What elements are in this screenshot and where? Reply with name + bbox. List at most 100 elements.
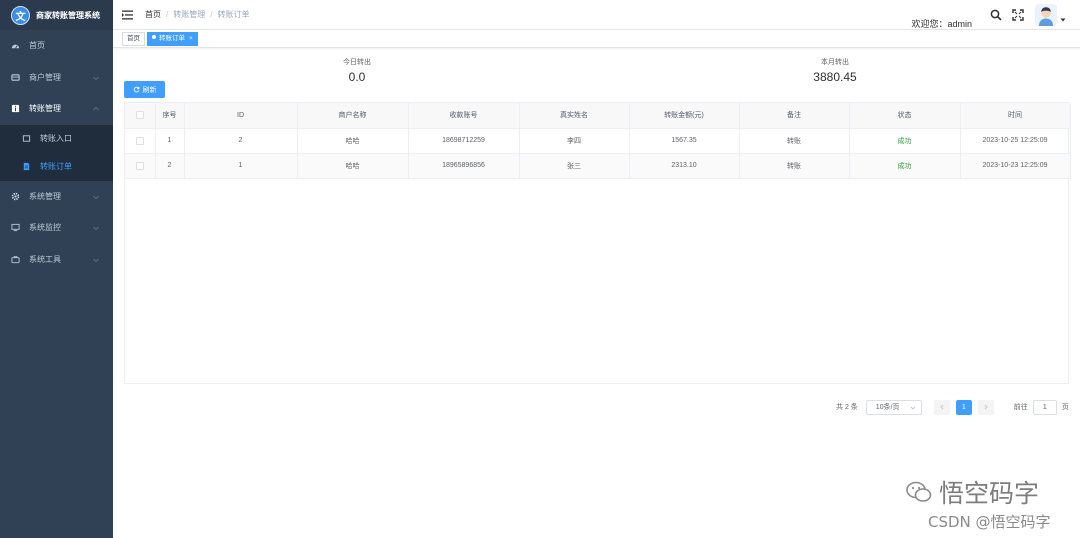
select-all-checkbox[interactable] <box>135 111 144 120</box>
chevron-down-icon <box>93 76 99 80</box>
goto-prefix: 前往 <box>1013 404 1028 411</box>
cell-index: 2 <box>155 153 185 179</box>
sidebar-item-tools[interactable]: 系统工具 <box>0 244 113 276</box>
cell-account: 18965896856 <box>408 153 520 179</box>
list-icon <box>22 134 31 143</box>
breadcrumb-item: 转账订单 <box>217 10 250 19</box>
cell-time: 2023-10-25 12:25:09 <box>960 128 1071 154</box>
dashboard-icon <box>11 41 20 50</box>
select-all-cell <box>125 103 156 129</box>
sidebar-item-label: 系统管理 <box>29 191 61 201</box>
chevron-down-icon <box>93 258 99 262</box>
page-size-value: 10条/页 <box>875 404 900 411</box>
chevron-left-icon <box>940 404 944 410</box>
transfer-submenu: 转账入口 转账订单 <box>0 124 113 181</box>
cell-status: 成功 <box>849 128 961 154</box>
column-header: 状态 <box>849 103 961 129</box>
cell-time: 2023-10-23 12:25:09 <box>960 153 1071 179</box>
breadcrumb: 首页 / 转账管理 / 转账订单 <box>145 9 249 20</box>
stat-today-label: 今日转出 <box>343 59 371 66</box>
avatar[interactable] <box>1035 4 1057 26</box>
prev-page-button[interactable] <box>933 399 950 415</box>
refresh-button[interactable]: 刷新 <box>124 81 165 98</box>
sidebar: 文 商家转账管理系统 首页 商户管理 转账管理 转账入口 转账订单 系统管理 系… <box>0 0 113 538</box>
sidebar-item-label: 系统工具 <box>29 254 61 264</box>
sidebar-item-transfer[interactable]: 转账管理 <box>0 93 113 125</box>
chevron-down-icon <box>93 195 99 199</box>
gear-icon <box>11 192 20 201</box>
tag-transfer-orders[interactable]: 转账订单 × <box>147 32 198 46</box>
tag-label: 转账订单 <box>159 35 185 42</box>
stat-month-value: 3880.45 <box>813 70 857 84</box>
column-header: 序号 <box>155 103 185 129</box>
fullscreen-icon[interactable] <box>1012 9 1024 21</box>
cell-remark: 转账 <box>739 128 850 154</box>
logo[interactable]: 文 商家转账管理系统 <box>0 0 113 30</box>
cell-name: 李四 <box>519 128 630 154</box>
cell-id: 1 <box>184 153 298 179</box>
watermark: 悟空码字 <box>905 474 1039 510</box>
cell-amount: 2313.10 <box>629 153 740 179</box>
row-checkbox[interactable] <box>135 161 144 170</box>
sidebar-item-label: 转账入口 <box>40 134 72 143</box>
cell-merchant: 哈哈 <box>297 153 409 179</box>
active-dot <box>152 35 156 39</box>
tag-home[interactable]: 首页 <box>122 32 145 46</box>
table-row: 1 2 哈哈 18698712259 李四 1567.35 转账 成功 2023… <box>125 128 1071 154</box>
wechat-icon <box>906 481 932 502</box>
cell-index: 1 <box>155 128 185 154</box>
monitor-icon <box>11 223 20 232</box>
sidebar-item-label: 首页 <box>29 41 45 51</box>
sidebar-item-label: 系统监控 <box>29 223 61 233</box>
sidebar-item-merchant[interactable]: 商户管理 <box>0 62 113 94</box>
welcome-text: 欢迎您：admin <box>911 18 972 29</box>
column-header: 备注 <box>739 103 850 129</box>
stat-today: 今日转出 0.0 <box>317 57 397 84</box>
breadcrumb-separator: / <box>210 10 213 19</box>
table-header-row: 序号 ID 商户名称 收款账号 真实姓名 转账金额(元) 备注 状态 时间 <box>125 103 1071 129</box>
refresh-label: 刷新 <box>142 86 157 94</box>
navbar: 首页 / 转账管理 / 转账订单 欢迎您：admin <box>113 0 1080 30</box>
toolbox-icon <box>11 255 20 264</box>
breadcrumb-item: 转账管理 <box>173 10 206 19</box>
sidebar-item-label: 转账管理 <box>29 104 61 114</box>
page-number-button[interactable]: 1 <box>955 399 972 415</box>
row-checkbox[interactable] <box>135 136 144 145</box>
table-row: 2 1 哈哈 18965896856 张三 2313.10 转账 成功 2023… <box>125 153 1071 179</box>
close-icon[interactable]: × <box>189 35 193 42</box>
logo-icon: 文 <box>11 5 30 25</box>
sidebar-item-monitor[interactable]: 系统监控 <box>0 212 113 244</box>
page-size-select[interactable]: 10条/页 <box>865 399 922 415</box>
cell-amount: 1567.35 <box>629 128 740 154</box>
chevron-right-icon <box>984 404 988 410</box>
cell-merchant: 哈哈 <box>297 128 409 154</box>
cell-id: 2 <box>184 128 298 154</box>
column-header: 真实姓名 <box>519 103 630 129</box>
shop-icon <box>11 73 20 82</box>
sidebar-item-home[interactable]: 首页 <box>0 30 113 62</box>
document-icon <box>22 162 31 171</box>
sidebar-item-transfer-entry[interactable]: 转账入口 <box>0 125 113 153</box>
hamburger-icon[interactable] <box>122 10 133 20</box>
breadcrumb-item[interactable]: 首页 <box>145 9 161 20</box>
caret-down-icon[interactable] <box>1060 17 1066 23</box>
cell-account: 18698712259 <box>408 128 520 154</box>
watermark-line1: 悟空码字 <box>939 479 1040 508</box>
cell-status: 成功 <box>849 153 961 179</box>
sidebar-item-system[interactable]: 系统管理 <box>0 181 113 213</box>
pagination-total: 共 2 条 <box>836 404 858 411</box>
row-select-cell <box>125 153 156 179</box>
next-page-button[interactable] <box>977 399 994 415</box>
goto-suffix: 页 <box>1061 404 1069 411</box>
sidebar-item-transfer-orders[interactable]: 转账订单 <box>0 153 113 181</box>
column-header: 时间 <box>960 103 1071 129</box>
column-header: ID <box>184 103 298 129</box>
search-icon[interactable] <box>990 9 1002 21</box>
chevron-up-icon <box>93 106 99 111</box>
orders-table: 序号 ID 商户名称 收款账号 真实姓名 转账金额(元) 备注 状态 时间 1 … <box>124 102 1071 384</box>
sidebar-item-label: 商户管理 <box>29 72 61 82</box>
pagination: 共 2 条 10条/页 1 前往 1 页 <box>836 399 1069 415</box>
breadcrumb-separator: / <box>166 10 169 19</box>
cell-name: 张三 <box>519 153 630 179</box>
goto-page-input[interactable]: 1 <box>1032 399 1057 415</box>
